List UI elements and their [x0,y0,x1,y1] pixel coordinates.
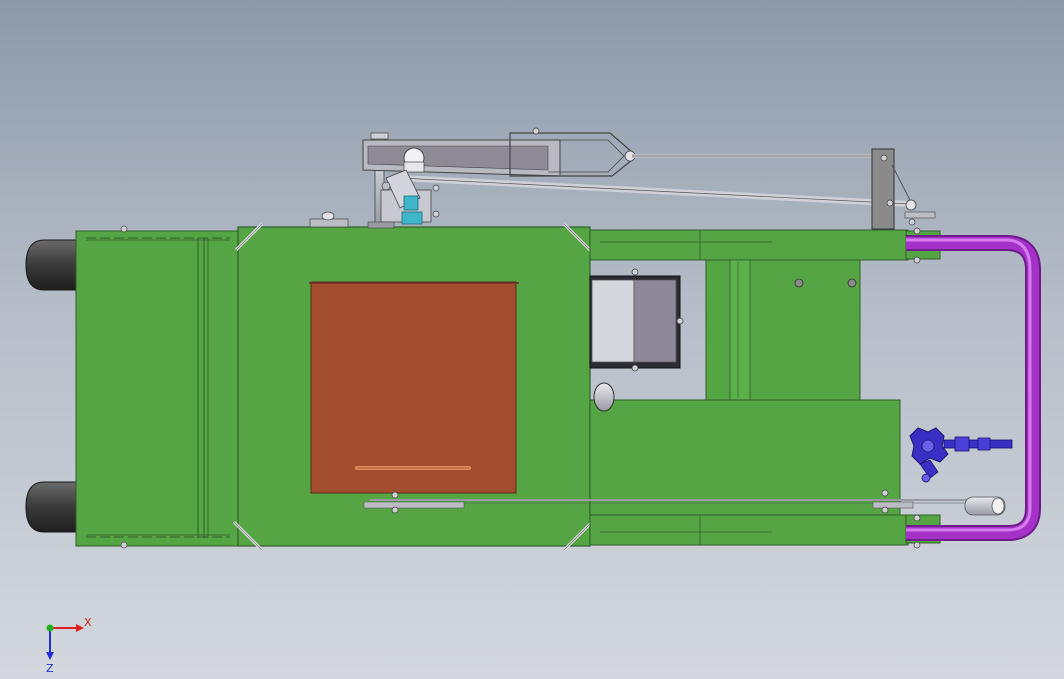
z-axis-arrowhead [46,652,54,660]
copper-door-panel [309,281,519,494]
gauge-knob [593,382,615,412]
right-lower-rail [589,514,941,546]
x-axis-arrowhead [76,624,84,632]
wheel-top [25,239,77,291]
left-frame [75,225,239,549]
wheel-bottom [25,481,77,533]
right-upper-rail [589,229,941,261]
control-box [589,268,684,372]
assembly-top-view [25,127,1041,552]
z-axis-label: Z [46,662,54,675]
upper-linkage-arm [362,127,936,230]
x-axis-label: X [84,616,92,629]
fill-cap [309,211,349,228]
axis-triad: X Z [46,616,92,675]
y-axis-origin [46,624,54,632]
valve-handwheel [909,427,1013,483]
cad-viewport[interactable]: X Z [0,0,1064,679]
